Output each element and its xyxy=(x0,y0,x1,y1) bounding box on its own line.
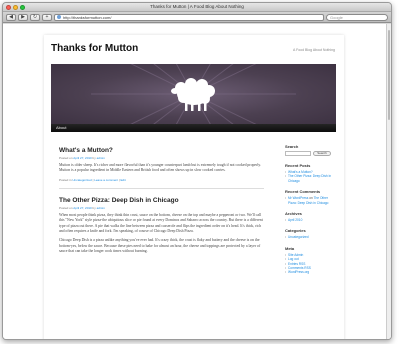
archive-link[interactable]: April 2010 xyxy=(285,218,335,223)
post: What's a Mutton? Posted on April 27, 201… xyxy=(59,147,264,182)
sheep-banner-graphic xyxy=(91,64,296,124)
post-title[interactable]: The Other Pizza: Deep Dish in Chicago xyxy=(59,197,264,204)
post-meta: Posted on April 27, 2010 by admin xyxy=(59,156,264,160)
post-body-continued: Chicago Deep Dish is a pizza unlike anyt… xyxy=(59,238,261,254)
sidebar-search-input[interactable] xyxy=(285,151,311,156)
meta-link[interactable]: WordPress.org xyxy=(285,270,335,275)
back-button[interactable]: ◀ xyxy=(6,13,16,21)
meta-by: by xyxy=(92,156,96,160)
sidebar: Search Search Recent Posts What's a Mutt… xyxy=(285,144,335,281)
edit-link[interactable]: Edit xyxy=(121,178,126,182)
recent-comments-heading: Recent Comments xyxy=(285,189,321,195)
post-body: When most people think pizza, they think… xyxy=(59,212,263,234)
sidebar-search-heading: Search xyxy=(285,144,299,149)
window-title: Thanks for Mutton | A Food Blog About No… xyxy=(150,4,244,9)
meta-prefix: Posted on xyxy=(59,205,73,210)
site-title[interactable]: Thanks for Mutton xyxy=(51,43,138,54)
blog-page: Thanks for Mutton A Food Blog About Noth… xyxy=(44,35,344,339)
scrollbar-thumb[interactable] xyxy=(388,30,390,120)
title-bar[interactable]: Thanks for Mutton | A Food Blog About No… xyxy=(3,3,391,12)
comment-on: on xyxy=(309,196,313,201)
meta-list: Site Admin Log out Entries RSS Comments … xyxy=(285,253,335,275)
post-meta: Posted on April 27, 2010 by admin xyxy=(59,206,264,210)
address-bar[interactable]: http://thanksformutton.com/ xyxy=(54,13,324,21)
category-link[interactable]: Uncategorized xyxy=(72,178,91,182)
recent-post-link[interactable]: The Other Pizza: Deep Dish in Chicago xyxy=(285,174,335,183)
post-date-link[interactable]: April 27, 2010 xyxy=(73,206,92,210)
nav-item-about[interactable]: About xyxy=(56,125,66,130)
archives-list: April 2010 xyxy=(285,218,335,223)
site-description: A Food Blog About Nothing xyxy=(292,48,335,52)
reload-button[interactable]: ↻ xyxy=(30,13,40,21)
post-divider xyxy=(59,187,264,189)
recent-comment-item: Mr WordPress on The Other Pizza: Deep Di… xyxy=(285,196,335,205)
vertical-scrollbar[interactable] xyxy=(386,24,391,339)
browser-toolbar: ◀ ▶ ↻ + http://thanksformutton.com/ Goog… xyxy=(3,12,391,23)
post-body: Mutton is older sheep. It's richer and m… xyxy=(59,163,261,173)
sidebar-search: Search xyxy=(285,151,335,156)
header-banner xyxy=(51,64,336,124)
search-field[interactable]: Google xyxy=(326,13,388,21)
main-nav: About xyxy=(51,124,336,132)
category-link[interactable]: Uncategorized xyxy=(285,235,335,240)
post-list: What's a Mutton? Posted on April 27, 201… xyxy=(59,147,264,259)
url-text: http://thanksformutton.com/ xyxy=(63,14,112,20)
categories-heading: Categories xyxy=(285,228,306,234)
add-bookmark-button[interactable]: + xyxy=(42,13,52,21)
meta-by: by xyxy=(92,205,96,210)
post-author-link[interactable]: admin xyxy=(97,156,105,160)
archives-heading: Archives xyxy=(285,211,302,217)
post-date-link[interactable]: April 27, 2010 xyxy=(73,156,92,160)
browser-window: Thanks for Mutton | A Food Blog About No… xyxy=(2,2,392,340)
forward-button[interactable]: ▶ xyxy=(18,13,28,21)
recent-posts-heading: Recent Posts xyxy=(285,163,311,168)
page-viewport: Thanks for Mutton A Food Blog About Noth… xyxy=(3,24,391,339)
categories-list: Uncategorized xyxy=(285,235,335,240)
globe-icon xyxy=(57,15,61,19)
meta-prefix: Posted on xyxy=(59,156,73,160)
leave-comment-link[interactable]: Leave a comment xyxy=(94,178,118,182)
footer-prefix: Posted in xyxy=(59,177,72,182)
recent-comments-list: Mr WordPress on The Other Pizza: Deep Di… xyxy=(285,196,335,205)
post: The Other Pizza: Deep Dish in Chicago Po… xyxy=(59,197,264,255)
sidebar-search-button[interactable]: Search xyxy=(313,151,331,156)
post-title[interactable]: What's a Mutton? xyxy=(59,147,264,154)
meta-heading: Meta xyxy=(285,245,295,251)
post-footer: Posted in Uncategorized | Leave a commen… xyxy=(59,178,264,182)
comment-author-link[interactable]: Mr WordPress xyxy=(288,196,308,200)
recent-posts-list: What's a Mutton? The Other Pizza: Deep D… xyxy=(285,170,335,183)
post-author-link[interactable]: admin xyxy=(97,206,105,210)
